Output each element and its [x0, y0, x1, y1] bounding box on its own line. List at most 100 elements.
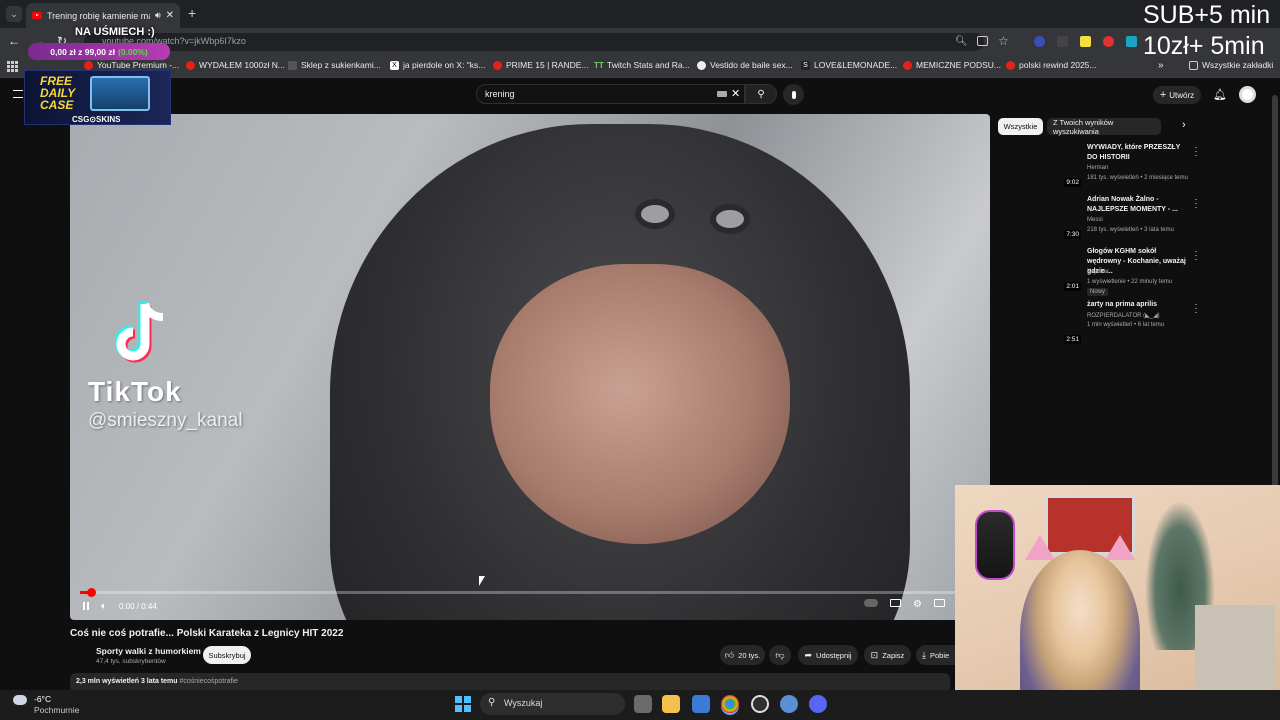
recommendation-item[interactable]: 2:51 żarty na prima aprilis ROZPIERDALAT…: [1000, 300, 1200, 348]
recommendation-channel[interactable]: Messi: [1087, 217, 1103, 223]
dislike-button[interactable]: 👎︎: [769, 645, 791, 665]
bookmark-label: YouTube Premium -...: [97, 60, 180, 70]
tab-close-icon[interactable]: ✕: [166, 10, 174, 21]
task-view-icon[interactable]: [634, 695, 652, 713]
pause-icon[interactable]: [83, 602, 89, 610]
address-bar[interactable]: youtube.com/watch?v=jkWbp6I7kzo: [84, 33, 984, 51]
file-explorer-icon[interactable]: [662, 695, 680, 713]
notifications-bell-icon[interactable]: 🔔︎: [1213, 88, 1227, 101]
more-actions-icon[interactable]: · · ·: [1194, 195, 1198, 212]
channel-name[interactable]: Sporty walki z humorkiem: [96, 646, 201, 656]
bookmark-item[interactable]: TT Twitch Stats and Ra...: [594, 60, 690, 70]
keyboard-icon[interactable]: [717, 91, 727, 97]
tab-search-icon[interactable]: ⌄: [6, 6, 22, 22]
bookmark-item[interactable]: YouTube Premium -...: [84, 60, 179, 70]
bookmark-label: PRIME 15 | RANDE...: [506, 60, 589, 70]
download-button[interactable]: ⤓ Pobie: [916, 645, 958, 665]
extension-icon-5[interactable]: [1126, 36, 1137, 47]
app-icon[interactable]: [751, 695, 769, 713]
install-icon[interactable]: [977, 36, 988, 46]
bookmark-item[interactable]: PRIME 15 | RANDE...: [493, 60, 589, 70]
more-bookmarks-icon[interactable]: »: [1158, 60, 1164, 71]
recommendation-title[interactable]: żarty na prima aprilis: [1087, 300, 1192, 310]
recommendation-thumbnail[interactable]: 2:51: [1000, 300, 1083, 346]
recommendation-thumbnail[interactable]: 7:30: [1000, 195, 1083, 241]
browser-tab-bar: ⌄ Trening robię kamienie mar 🔊︎ ✕ +: [0, 0, 1280, 28]
recommendation-meta: 218 tys. wyświetleń • 3 lata temu: [1087, 227, 1174, 233]
chrome-icon[interactable]: [721, 695, 739, 713]
subtitles-icon[interactable]: [890, 599, 902, 607]
chip-from-search[interactable]: Z Twoich wyników wyszukiwania: [1047, 118, 1161, 136]
bookmark-item[interactable]: MEMICZNE PODSU...: [903, 60, 1001, 70]
bookmark-item[interactable]: polski rewind 2025...: [1006, 60, 1097, 70]
back-icon[interactable]: ←: [8, 34, 20, 48]
chevron-right-icon[interactable]: ›: [1182, 119, 1186, 131]
bookmark-item[interactable]: S LOVE&LEMONADE...: [801, 60, 897, 70]
bookmark-item[interactable]: Xja pierdole on X: "ks...: [390, 60, 485, 70]
more-actions-icon[interactable]: · · ·: [1194, 247, 1198, 264]
clear-search-icon[interactable]: ✕: [731, 87, 740, 100]
bookmark-item[interactable]: Sklep z sukienkami...: [288, 60, 381, 70]
save-button[interactable]: ⊡ Zapisz: [864, 645, 911, 665]
hashtag[interactable]: #cośniecośpotrafie: [180, 678, 238, 685]
settings-gear-icon[interactable]: ⚙: [913, 599, 922, 610]
search-input[interactable]: krening: [476, 84, 745, 104]
menu-icon[interactable]: [13, 90, 23, 98]
more-actions-icon[interactable]: · · ·: [1194, 143, 1198, 160]
windows-start-icon[interactable]: [455, 696, 471, 712]
subscribe-button[interactable]: Subskrybuj: [203, 646, 251, 664]
globe-icon: [697, 60, 706, 70]
recommendation-channel[interactable]: Kajotkar: [1087, 269, 1109, 275]
browser-tab[interactable]: Trening robię kamienie mar 🔊︎ ✕: [26, 3, 180, 28]
new-tab-icon[interactable]: +: [188, 5, 196, 21]
bookmark-item[interactable]: Vestido de baile sex...: [697, 60, 793, 70]
sub-timer-line1: SUB+5 min: [1143, 1, 1271, 29]
video-frame-face: [490, 264, 790, 544]
miniplayer-icon[interactable]: [934, 599, 945, 607]
weather-icon[interactable]: [13, 695, 27, 705]
voice-search-button[interactable]: [783, 84, 804, 105]
video-player[interactable]: TikTok @smieszny_kanal 🔈︎ 0:00 / 0:44 ⚙: [70, 114, 990, 620]
volume-icon[interactable]: 🔈︎: [101, 601, 107, 612]
chip-all[interactable]: Wszystkie: [998, 118, 1043, 135]
youtube-icon: [493, 60, 502, 70]
recommendation-thumbnail[interactable]: 9:02: [1000, 143, 1083, 189]
recommendation-item[interactable]: 7:30 Adrian Nowak Żalno - NAJLEPSZE MOME…: [1000, 195, 1200, 243]
bookmark-item[interactable]: WYDAŁEM 1000zł N...: [186, 60, 285, 70]
goal-amount: 0,00 zł z 99,00 zł: [50, 46, 115, 57]
extension-icon-1[interactable]: [1034, 36, 1045, 47]
zoom-icon[interactable]: 🔍︎: [955, 36, 968, 47]
more-actions-icon[interactable]: · · ·: [1194, 300, 1198, 317]
recommendation-title[interactable]: Adrian Nowak Żalno - NAJLEPSZE MOMENTY -…: [1087, 195, 1192, 215]
recommendation-item[interactable]: 2:01 Głogów KGHM sokół wędrowny - Kochan…: [1000, 247, 1200, 296]
autoplay-toggle-icon[interactable]: [864, 599, 879, 607]
apps-icon[interactable]: [7, 61, 18, 72]
progress-bar[interactable]: [80, 588, 965, 597]
speaker-icon[interactable]: 🔊︎: [155, 10, 161, 21]
share-button[interactable]: ➦ Udostępnij: [798, 645, 858, 665]
recommendation-thumbnail[interactable]: 2:01: [1000, 247, 1083, 293]
like-button[interactable]: 👍︎ 20 tys.: [720, 645, 765, 665]
recommendation-meta: 1 wyświetlenie • 22 minuty temu: [1087, 279, 1173, 285]
taskbar-search[interactable]: Wyszukaj: [480, 693, 625, 715]
weather-temp[interactable]: -6°C: [34, 694, 51, 704]
all-bookmarks[interactable]: Wszystkie zakładki: [1189, 60, 1273, 70]
avatar[interactable]: [1239, 86, 1256, 103]
extension-icon-3[interactable]: [1080, 36, 1091, 47]
create-button[interactable]: + Utwórz: [1153, 86, 1201, 104]
recommendation-channel[interactable]: ROZPIERDALATOR (◣_◢): [1087, 312, 1160, 319]
tab-title: Trening robię kamienie mar: [47, 10, 150, 21]
extension-icon-2[interactable]: [1057, 36, 1068, 47]
page-scrollbar[interactable]: [1272, 95, 1278, 495]
channel-avatar[interactable]: [72, 645, 92, 665]
store-icon[interactable]: [692, 695, 710, 713]
settings-icon[interactable]: [780, 695, 798, 713]
weather-status[interactable]: Pochmurnie: [34, 705, 79, 715]
bookmark-star-icon[interactable]: ☆: [998, 34, 1009, 48]
recommendation-channel[interactable]: Herman: [1087, 165, 1108, 171]
extension-icon-4[interactable]: [1103, 36, 1114, 47]
search-button[interactable]: ⚲: [745, 84, 777, 104]
recommendation-title[interactable]: WYWIADY, które PRZESZŁY DO HISTORII: [1087, 143, 1192, 163]
recommendation-item[interactable]: 9:02 WYWIADY, które PRZESZŁY DO HISTORII…: [1000, 143, 1200, 191]
discord-icon[interactable]: [809, 695, 827, 713]
